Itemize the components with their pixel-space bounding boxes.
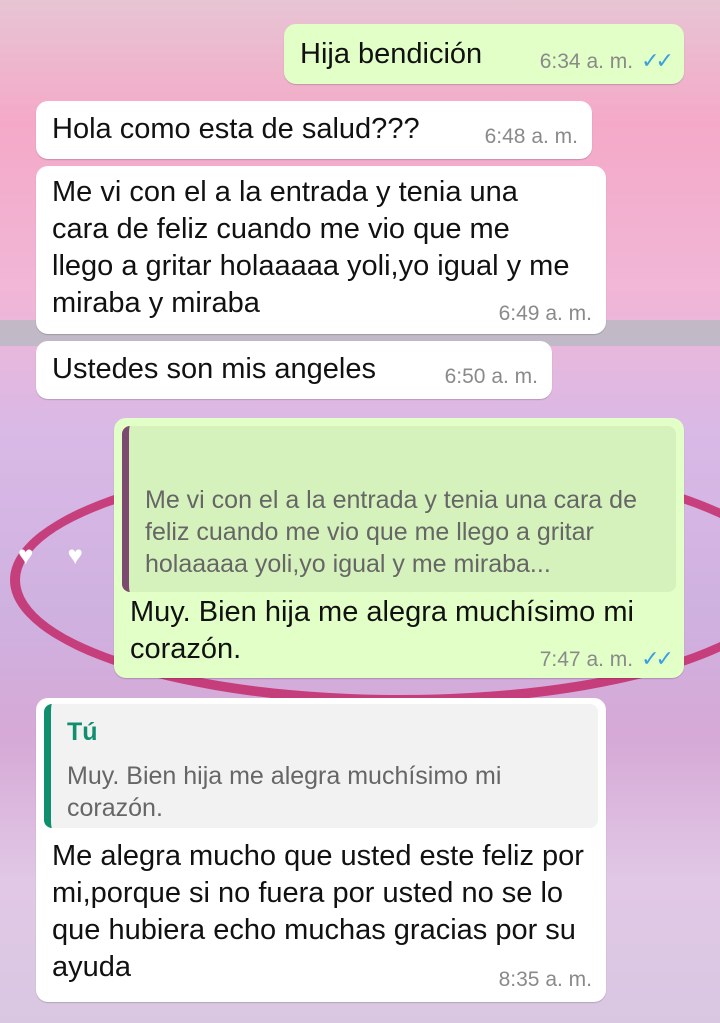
quoted-message[interactable]: Me vi con el a la entrada y tenia una ca… [122, 426, 676, 592]
message-time: 6:48 a. m. [484, 125, 578, 148]
time-label: 6:34 a. m. [539, 50, 634, 73]
quoted-text: Muy. Bien hija me alegra muchísimo mi co… [67, 762, 502, 822]
quoted-text: Me vi con el a la entrada y tenia una ca… [145, 486, 637, 578]
message-bubble-incoming[interactable]: Tú Muy. Bien hija me alegra muchísimo mi… [36, 698, 606, 1002]
time-label: 7:47 a. m. [539, 648, 634, 671]
message-text: Ustedes son mis angeles [52, 353, 376, 385]
quoted-message[interactable]: Tú Muy. Bien hija me alegra muchísimo mi… [44, 704, 598, 828]
message-time: 8:35 a. m. [498, 968, 592, 991]
quoted-author: Tú [67, 718, 98, 746]
message-time: 7:47 a. m. ✓✓ [539, 646, 674, 672]
message-bubble-incoming[interactable]: Hola como esta de salud??? 6:48 a. m. [36, 101, 592, 159]
message-text: Hija bendición [300, 38, 483, 70]
double-check-icon: ✓✓ [641, 48, 674, 73]
message-text: Me vi con el a la entrada y tenia una ca… [52, 176, 570, 319]
message-bubble-outgoing[interactable]: Me vi con el a la entrada y tenia una ca… [114, 418, 684, 678]
message-text: Hola como esta de salud??? [52, 113, 420, 145]
double-check-icon: ✓✓ [641, 646, 674, 671]
message-time: 6:34 a. m. ✓✓ [539, 48, 674, 74]
message-time: 6:49 a. m. [498, 302, 592, 325]
message-bubble-incoming[interactable]: Ustedes son mis angeles 6:50 a. m. [36, 341, 552, 399]
message-bubble-outgoing[interactable]: Hija bendición 6:34 a. m. ✓✓ [284, 24, 684, 84]
message-text: Me alegra mucho que usted este feliz por… [52, 840, 584, 983]
message-bubble-incoming[interactable]: Me vi con el a la entrada y tenia una ca… [36, 166, 606, 334]
message-time: 6:50 a. m. [444, 365, 538, 388]
